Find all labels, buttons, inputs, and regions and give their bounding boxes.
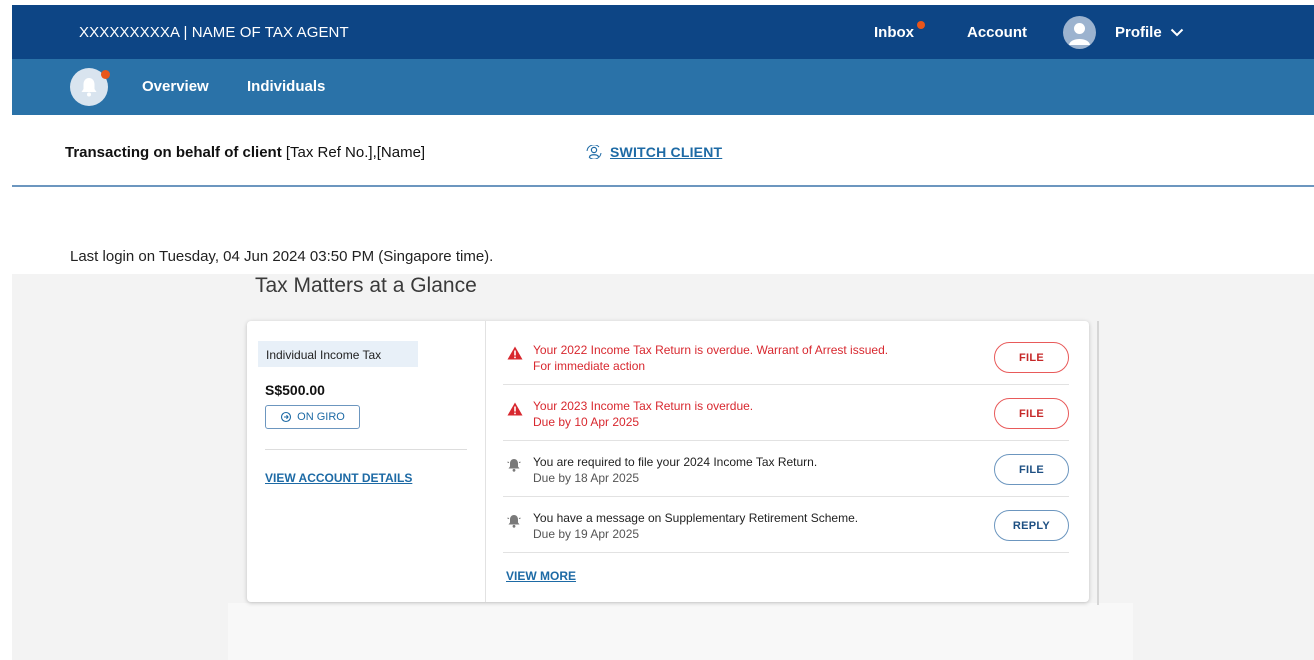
notice-item: Your 2022 Income Tax Return is overdue. …	[503, 329, 1069, 385]
bell-icon	[81, 78, 97, 97]
avatar[interactable]	[1063, 16, 1096, 49]
notice-title: You have a message on Supplementary Reti…	[533, 511, 859, 525]
notice-item: You have a message on Supplementary Reti…	[503, 497, 1069, 553]
tab-individuals[interactable]: Individuals	[247, 78, 325, 95]
bell-icon	[507, 515, 521, 528]
client-context-prefix: Transacting on behalf of client	[65, 144, 282, 161]
notice-title: Your 2023 Income Tax Return is overdue.	[533, 399, 754, 413]
panel-side-rule	[1097, 321, 1099, 605]
notice-message: Your 2022 Income Tax Return is overdue. …	[533, 342, 888, 374]
notice-message: Your 2023 Income Tax Return is overdue. …	[533, 398, 753, 430]
notice-item: You are required to file your 2024 Incom…	[503, 441, 1069, 497]
client-context-bar: Transacting on behalf of client [Tax Ref…	[12, 115, 1314, 187]
tab-overview[interactable]: Overview	[142, 78, 209, 95]
profile-label: Profile	[1115, 23, 1162, 41]
view-account-details-link[interactable]: VIEW ACCOUNT DETAILS	[265, 471, 412, 485]
notice-subtext: Due by 10 Apr 2025	[533, 415, 640, 429]
warning-icon	[507, 346, 523, 360]
switch-user-icon	[586, 145, 602, 159]
client-details: [Tax Ref No.],[Name]	[285, 144, 426, 161]
chevron-down-icon	[1170, 28, 1183, 36]
section-title: Tax Matters at a Glance	[255, 274, 477, 297]
tax-summary-card: Individual Income Tax S$500.00 ON GIRO V…	[247, 321, 1089, 602]
agent-label: XXXXXXXXXA | NAME OF TAX AGENT	[79, 23, 349, 41]
amount-due: S$500.00	[265, 382, 325, 398]
account-link[interactable]: Account	[967, 24, 1027, 41]
reply-button[interactable]: REPLY	[994, 510, 1069, 541]
last-login-text: Last login on Tuesday, 04 Jun 2024 03:50…	[70, 248, 494, 265]
notice-title: You are required to file your 2024 Incom…	[533, 455, 818, 469]
view-more-link[interactable]: VIEW MORE	[506, 569, 576, 583]
summary-divider	[265, 449, 467, 450]
client-context-text: Transacting on behalf of client [Tax Ref…	[65, 144, 425, 161]
notification-dot	[101, 70, 110, 79]
tax-type-label: Individual Income Tax	[258, 341, 418, 367]
page: XXXXXXXXXA | NAME OF TAX AGENT Inbox Acc…	[0, 0, 1314, 660]
notice-subtext: For immediate action	[533, 359, 646, 373]
notifications-button[interactable]	[70, 68, 110, 106]
notice-subtext: Due by 18 Apr 2025	[533, 471, 640, 485]
inbox-notification-dot	[917, 20, 925, 29]
file-button[interactable]: FILE	[994, 398, 1069, 429]
inbox-link[interactable]: Inbox	[874, 20, 925, 41]
user-icon	[1069, 23, 1090, 45]
notice-item: Your 2023 Income Tax Return is overdue. …	[503, 385, 1069, 441]
profile-menu[interactable]: Profile	[1115, 24, 1184, 41]
top-header: XXXXXXXXXA | NAME OF TAX AGENT Inbox Acc…	[12, 5, 1314, 59]
card-divider	[485, 321, 486, 602]
switch-client-label: SWITCH CLIENT	[610, 144, 723, 160]
giro-badge: ON GIRO	[265, 405, 360, 429]
notice-subtext: Due by 19 Apr 2025	[533, 527, 640, 541]
panel-backdrop	[228, 603, 1133, 660]
switch-client-button[interactable]: SWITCH CLIENT	[586, 144, 722, 160]
notice-title: Your 2022 Income Tax Return is overdue. …	[533, 343, 889, 357]
bell-icon	[507, 459, 521, 472]
warning-icon	[507, 402, 523, 416]
file-button[interactable]: FILE	[994, 342, 1069, 373]
giro-icon	[281, 411, 292, 423]
notice-message: You are required to file your 2024 Incom…	[533, 454, 817, 486]
file-button[interactable]: FILE	[994, 454, 1069, 485]
inbox-label: Inbox	[874, 23, 914, 41]
giro-label: ON GIRO	[297, 411, 345, 423]
notice-message: You have a message on Supplementary Reti…	[533, 510, 858, 542]
sub-navigation: Overview Individuals	[12, 59, 1314, 115]
